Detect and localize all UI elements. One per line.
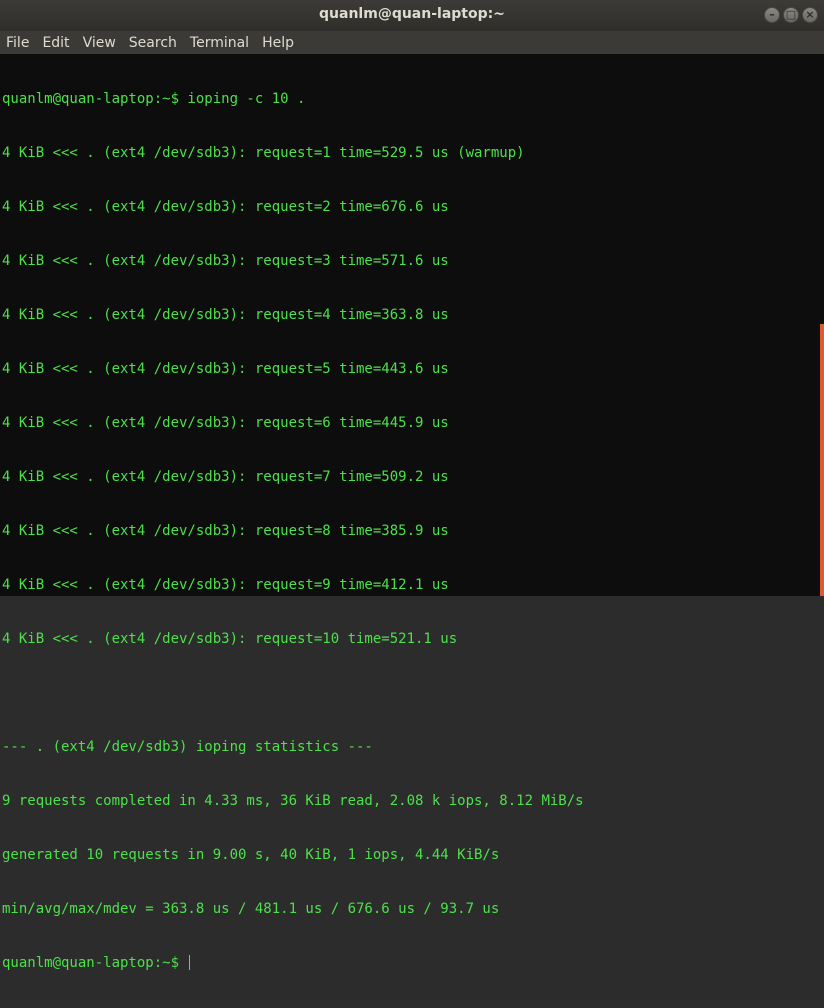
terminal-line: 4 KiB <<< . (ext4 /dev/sdb3): request=1 … — [2, 145, 525, 161]
scrollbar[interactable] — [818, 54, 824, 596]
terminal-area[interactable]: quanlm@quan-laptop:~$ ioping -c 10 . 4 K… — [0, 54, 818, 971]
menu-help[interactable]: Help — [256, 31, 301, 54]
terminal-line: quanlm@quan-laptop:~$ ioping -c 10 . — [2, 91, 306, 107]
terminal-line: 4 KiB <<< . (ext4 /dev/sdb3): request=8 … — [2, 523, 449, 539]
terminal-line: 4 KiB <<< . (ext4 /dev/sdb3): request=3 … — [2, 253, 449, 269]
menu-terminal[interactable]: Terminal — [184, 31, 256, 54]
menu-bar: File Edit View Search Terminal Help — [0, 31, 824, 54]
terminal-line: 4 KiB <<< . (ext4 /dev/sdb3): request=5 … — [2, 361, 449, 377]
menu-search[interactable]: Search — [123, 31, 184, 54]
window-title: quanlm@quan-laptop:~ — [319, 6, 505, 22]
menu-file[interactable]: File — [0, 31, 36, 54]
terminal-line: 4 KiB <<< . (ext4 /dev/sdb3): request=9 … — [2, 577, 449, 593]
terminal-prompt-line[interactable]: quanlm@quan-laptop:~$ — [2, 954, 818, 972]
menu-view[interactable]: View — [77, 31, 123, 54]
terminal-line: min/avg/max/mdev = 363.8 us / 481.1 us /… — [2, 901, 500, 917]
terminal-line: 4 KiB <<< . (ext4 /dev/sdb3): request=10… — [2, 631, 458, 647]
terminal-line: 9 requests completed in 4.33 ms, 36 KiB … — [2, 793, 584, 809]
terminal-line: 4 KiB <<< . (ext4 /dev/sdb3): request=6 … — [2, 415, 449, 431]
terminal-prompt: quanlm@quan-laptop:~$ — [2, 955, 188, 971]
scrollbar-thumb[interactable] — [820, 324, 824, 596]
terminal-line: generated 10 requests in 9.00 s, 40 KiB,… — [2, 847, 500, 863]
terminal-line: 4 KiB <<< . (ext4 /dev/sdb3): request=4 … — [2, 307, 449, 323]
text-cursor — [189, 955, 191, 970]
title-bar[interactable]: quanlm@quan-laptop:~ – □ × — [0, 0, 824, 31]
terminal-line: 4 KiB <<< . (ext4 /dev/sdb3): request=7 … — [2, 469, 449, 485]
terminal-line: --- . (ext4 /dev/sdb3) ioping statistics… — [2, 739, 373, 755]
close-button[interactable]: × — [802, 7, 818, 23]
minimize-button[interactable]: – — [764, 7, 780, 23]
menu-edit[interactable]: Edit — [36, 31, 76, 54]
terminal-output: quanlm@quan-laptop:~$ ioping -c 10 . 4 K… — [0, 54, 818, 1008]
maximize-button[interactable]: □ — [783, 7, 799, 23]
window-controls: – □ × — [764, 7, 818, 23]
terminal-line: 4 KiB <<< . (ext4 /dev/sdb3): request=2 … — [2, 199, 449, 215]
